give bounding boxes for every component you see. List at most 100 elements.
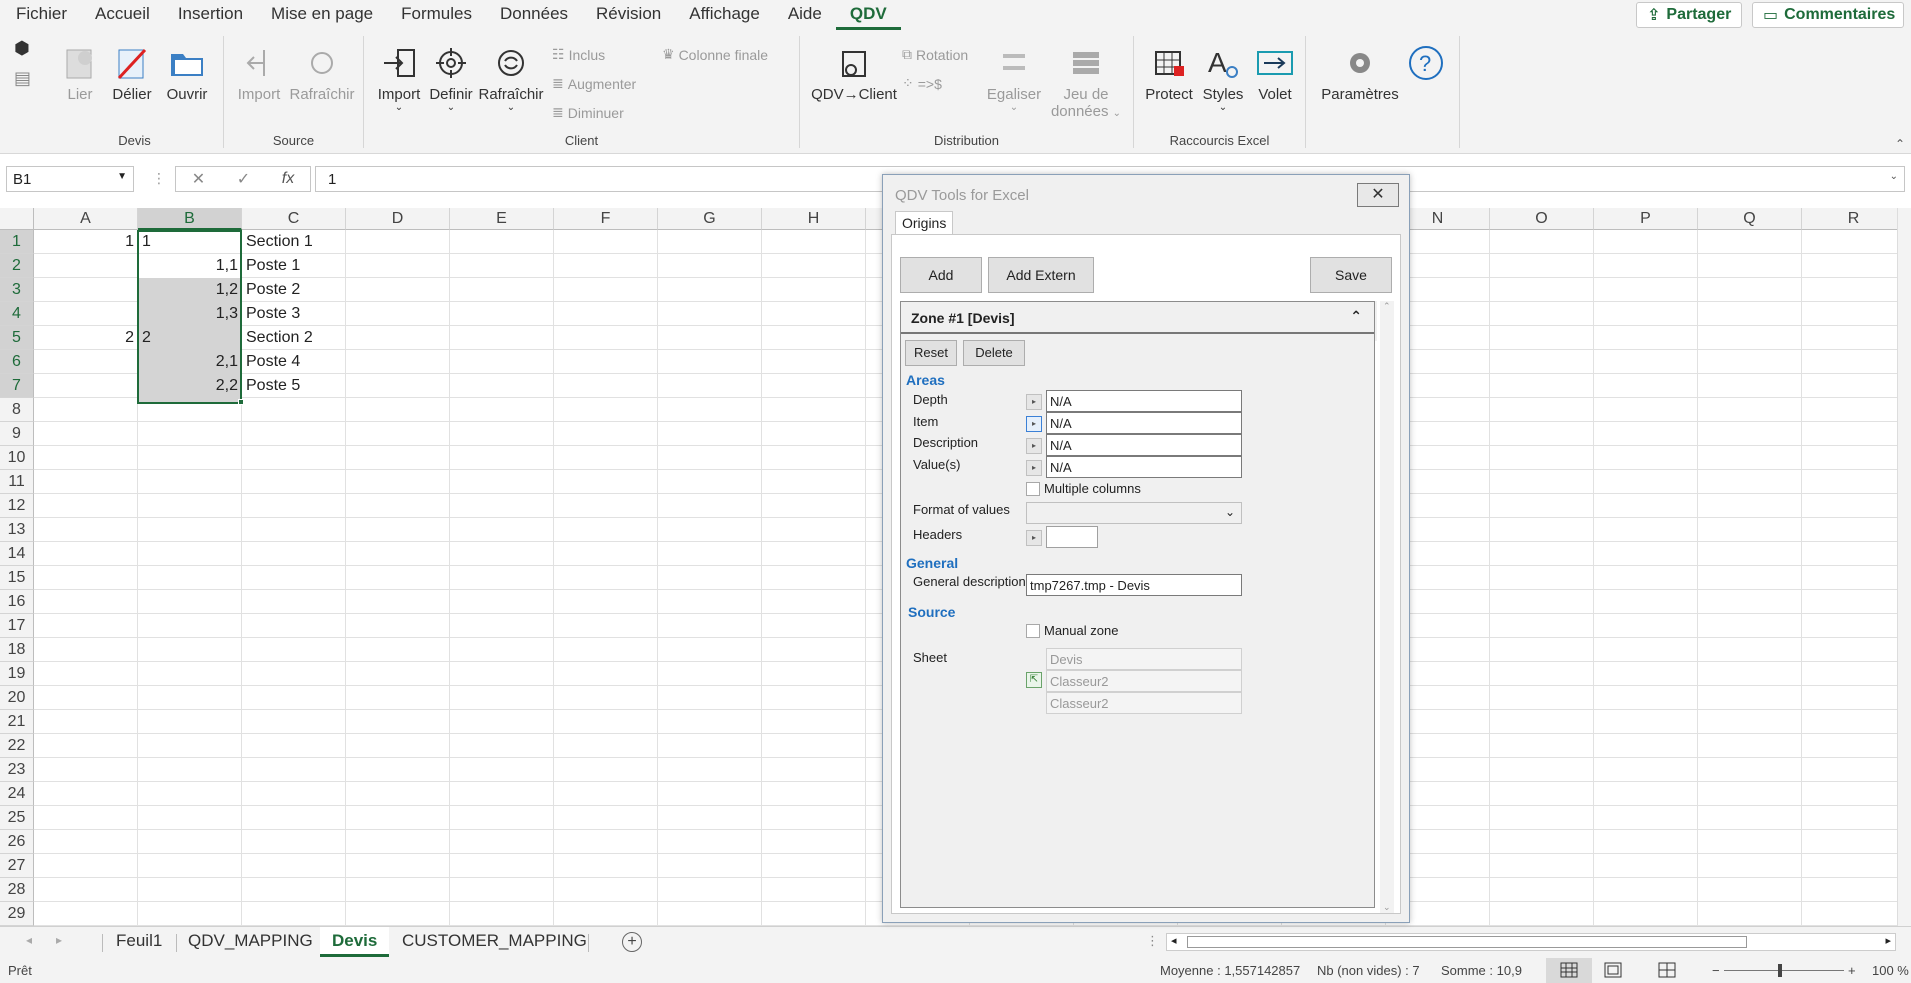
cell-b1[interactable]: 1	[138, 230, 242, 254]
expand-formula-icon[interactable]: ⌄	[1890, 171, 1898, 182]
column-header-q[interactable]: Q	[1698, 208, 1802, 230]
protect-button[interactable]: Protect	[1142, 44, 1196, 103]
cell-c3[interactable]: Poste 2	[242, 278, 346, 302]
depth-pick-button[interactable]: ▸	[1026, 394, 1042, 410]
row-header-18[interactable]: 18	[0, 638, 34, 662]
row-header-24[interactable]: 24	[0, 782, 34, 806]
cell-b4[interactable]: 1,3	[138, 302, 242, 326]
cell-a5[interactable]: 2	[34, 326, 138, 350]
column-header-h[interactable]: H	[762, 208, 866, 230]
manual-zone-checkbox[interactable]	[1026, 624, 1040, 638]
row-header-26[interactable]: 26	[0, 830, 34, 854]
cell-b3[interactable]: 1,2	[138, 278, 242, 302]
horizontal-scrollbar[interactable]: ◂ ▸	[1166, 933, 1896, 951]
row-header-11[interactable]: 11	[0, 470, 34, 494]
select-all-corner[interactable]	[0, 208, 34, 230]
column-header-o[interactable]: O	[1490, 208, 1594, 230]
cell-b5[interactable]: 2	[138, 326, 242, 350]
vertical-scrollbar[interactable]	[1897, 208, 1911, 928]
arrow-dollar-button[interactable]: ⁘ =>$	[902, 75, 942, 92]
scroll-right-icon[interactable]: ▸	[1885, 934, 1891, 947]
workbook-link-icon[interactable]: ⇱	[1026, 672, 1042, 688]
ouvrir-button[interactable]: Ouvrir	[162, 44, 212, 103]
scroll-down-icon[interactable]: ⌄	[1383, 902, 1391, 913]
close-button[interactable]: ✕	[1357, 183, 1399, 207]
rafraichir-button[interactable]: Rafraîchir ⌄	[478, 44, 544, 113]
db-icon[interactable]: ▤	[14, 68, 31, 89]
row-header-4[interactable]: 4	[0, 302, 34, 326]
menu-mise-en-page[interactable]: Mise en page	[257, 0, 387, 30]
scrollbar-thumb[interactable]	[1187, 936, 1747, 948]
row-header-29[interactable]: 29	[0, 902, 34, 926]
column-header-e[interactable]: E	[450, 208, 554, 230]
dialog-scrollbar[interactable]: ⌃ ⌄	[1380, 301, 1394, 913]
values-field[interactable]: N/A	[1046, 456, 1242, 478]
egaliser-button[interactable]: Egaliser ⌄	[984, 44, 1044, 113]
menu-affichage[interactable]: Affichage	[675, 0, 774, 30]
cell-c2[interactable]: Poste 1	[242, 254, 346, 278]
item-pick-button[interactable]: ▸	[1026, 416, 1042, 432]
diminuer-button[interactable]: ≣ Diminuer	[552, 104, 624, 121]
cube-icon[interactable]: ⬢	[14, 38, 30, 59]
row-header-10[interactable]: 10	[0, 446, 34, 470]
row-header-8[interactable]: 8	[0, 398, 34, 422]
row-header-1[interactable]: 1	[0, 230, 34, 254]
row-header-12[interactable]: 12	[0, 494, 34, 518]
description-pick-button[interactable]: ▸	[1026, 438, 1042, 454]
qdv-client-button[interactable]: QDV→Client	[810, 44, 898, 103]
values-pick-button[interactable]: ▸	[1026, 460, 1042, 476]
scroll-up-icon[interactable]: ⌃	[1383, 301, 1391, 312]
row-header-14[interactable]: 14	[0, 542, 34, 566]
headers-pick-button[interactable]: ▸	[1026, 530, 1042, 546]
add-sheet-icon[interactable]: +	[622, 932, 642, 952]
delete-button[interactable]: Delete	[963, 340, 1025, 366]
tab-qdv-mapping[interactable]: QDV_MAPPING	[176, 927, 325, 957]
menu-revision[interactable]: Révision	[582, 0, 675, 30]
cancel-icon[interactable]: ✕	[192, 169, 205, 189]
confirm-icon[interactable]: ✓	[237, 169, 250, 189]
parametres-button[interactable]: Paramètres	[1320, 44, 1400, 103]
row-header-13[interactable]: 13	[0, 518, 34, 542]
page-break-icon[interactable]	[1658, 962, 1676, 981]
zoom-out-icon[interactable]: −	[1712, 963, 1720, 978]
zoom-slider[interactable]	[1724, 970, 1844, 971]
lier-button[interactable]: Lier	[58, 44, 102, 103]
fill-handle[interactable]	[238, 399, 244, 405]
row-header-16[interactable]: 16	[0, 590, 34, 614]
menu-fichier[interactable]: Fichier	[0, 0, 81, 30]
scroll-right-icon[interactable]: ▸	[56, 933, 62, 947]
row-header-19[interactable]: 19	[0, 662, 34, 686]
function-icon[interactable]: fx	[282, 170, 294, 188]
rotation-button[interactable]: ⧉ Rotation	[902, 46, 968, 63]
splitter-icon[interactable]: ⋮	[1146, 933, 1159, 949]
format-select[interactable]: ⌄	[1026, 502, 1242, 524]
name-box[interactable]: B1 ▼	[6, 166, 134, 192]
add-extern-button[interactable]: Add Extern	[988, 257, 1094, 293]
normal-view-button[interactable]	[1546, 958, 1592, 983]
comments-button[interactable]: ▭ Commentaires	[1752, 2, 1904, 28]
cell-c7[interactable]: Poste 5	[242, 374, 346, 398]
zone-header[interactable]: Zone #1 [Devis] ⌃	[901, 302, 1374, 334]
more-options-icon[interactable]: ⋮	[152, 170, 166, 187]
import-source-button[interactable]: Import	[234, 44, 284, 103]
menu-accueil[interactable]: Accueil	[81, 0, 164, 30]
colonne-finale-button[interactable]: ♛ Colonne finale	[662, 46, 768, 63]
delier-button[interactable]: Délier	[110, 44, 154, 103]
chevron-up-icon[interactable]: ⌃	[1350, 308, 1362, 325]
row-header-15[interactable]: 15	[0, 566, 34, 590]
row-header-9[interactable]: 9	[0, 422, 34, 446]
reset-button[interactable]: Reset	[905, 340, 957, 366]
headers-field[interactable]	[1046, 526, 1098, 548]
row-header-2[interactable]: 2	[0, 254, 34, 278]
cell-c6[interactable]: Poste 4	[242, 350, 346, 374]
zoom-in-icon[interactable]: +	[1848, 963, 1856, 978]
row-header-3[interactable]: 3	[0, 278, 34, 302]
column-header-a[interactable]: A	[34, 208, 138, 230]
save-button[interactable]: Save	[1310, 257, 1392, 293]
menu-aide[interactable]: Aide	[774, 0, 836, 30]
row-header-5[interactable]: 5	[0, 326, 34, 350]
add-button[interactable]: Add	[900, 257, 982, 293]
augmenter-button[interactable]: ≣ Augmenter	[552, 75, 636, 92]
tab-devis[interactable]: Devis	[320, 927, 390, 957]
cell-c5[interactable]: Section 2	[242, 326, 346, 350]
